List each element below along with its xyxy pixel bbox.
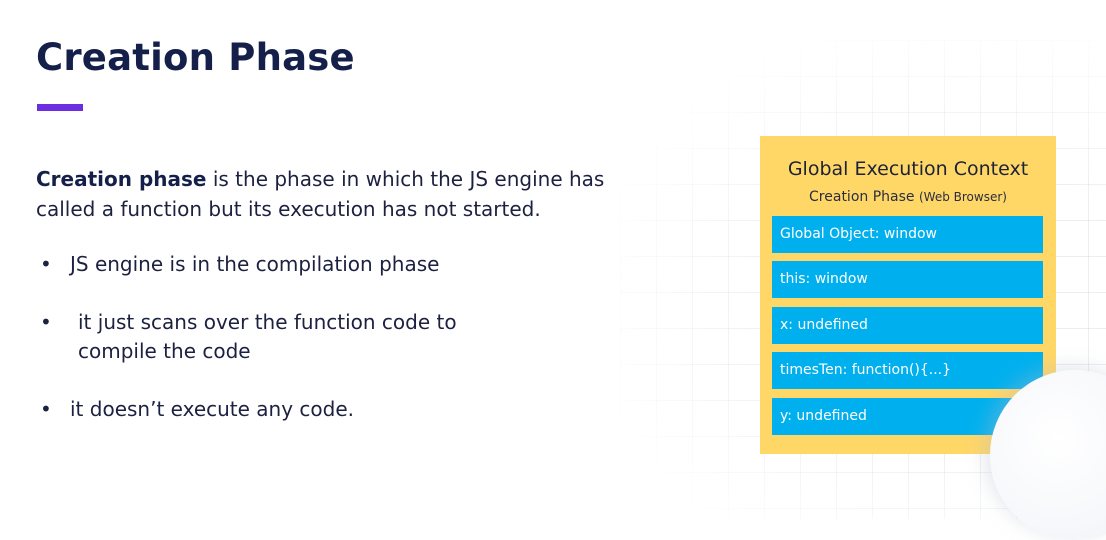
execution-context-title: Global Execution Context bbox=[787, 158, 1029, 180]
intro-bold-term: Creation phase bbox=[36, 167, 207, 191]
bullet-marker: • bbox=[40, 252, 52, 276]
bullet-marker: • bbox=[40, 310, 52, 334]
bullet-text: it just scans over the function code to … bbox=[78, 308, 598, 366]
execution-context-phase: Creation Phase bbox=[809, 189, 915, 205]
intro-text-line1: is the phase in which the JS engine has bbox=[206, 167, 605, 191]
execution-context-environment: (Web Browser) bbox=[918, 190, 1007, 204]
context-row-times-ten: timesTen: function(){...} bbox=[772, 352, 1043, 389]
intro-text-line2: called a function but its execution has … bbox=[36, 197, 541, 221]
execution-context-subtitle: Creation Phase (Web Browser) bbox=[760, 189, 1056, 205]
context-row-global-object: Global Object: window bbox=[772, 216, 1043, 253]
bullet-text-line2: compile the code bbox=[78, 339, 251, 363]
title-accent-bar bbox=[37, 104, 83, 111]
bullet-text-line1: it just scans over the function code to bbox=[78, 310, 457, 334]
intro-paragraph: Creation phase is the phase in which the… bbox=[36, 164, 696, 224]
slide-title: Creation Phase bbox=[36, 36, 355, 79]
context-row-x: x: undefined bbox=[772, 307, 1043, 344]
bullet-text: JS engine is in the compilation phase bbox=[70, 252, 440, 276]
bullet-text: it doesn’t execute any code. bbox=[70, 397, 355, 421]
context-row-this: this: window bbox=[772, 261, 1043, 298]
bullet-marker: • bbox=[40, 397, 52, 421]
